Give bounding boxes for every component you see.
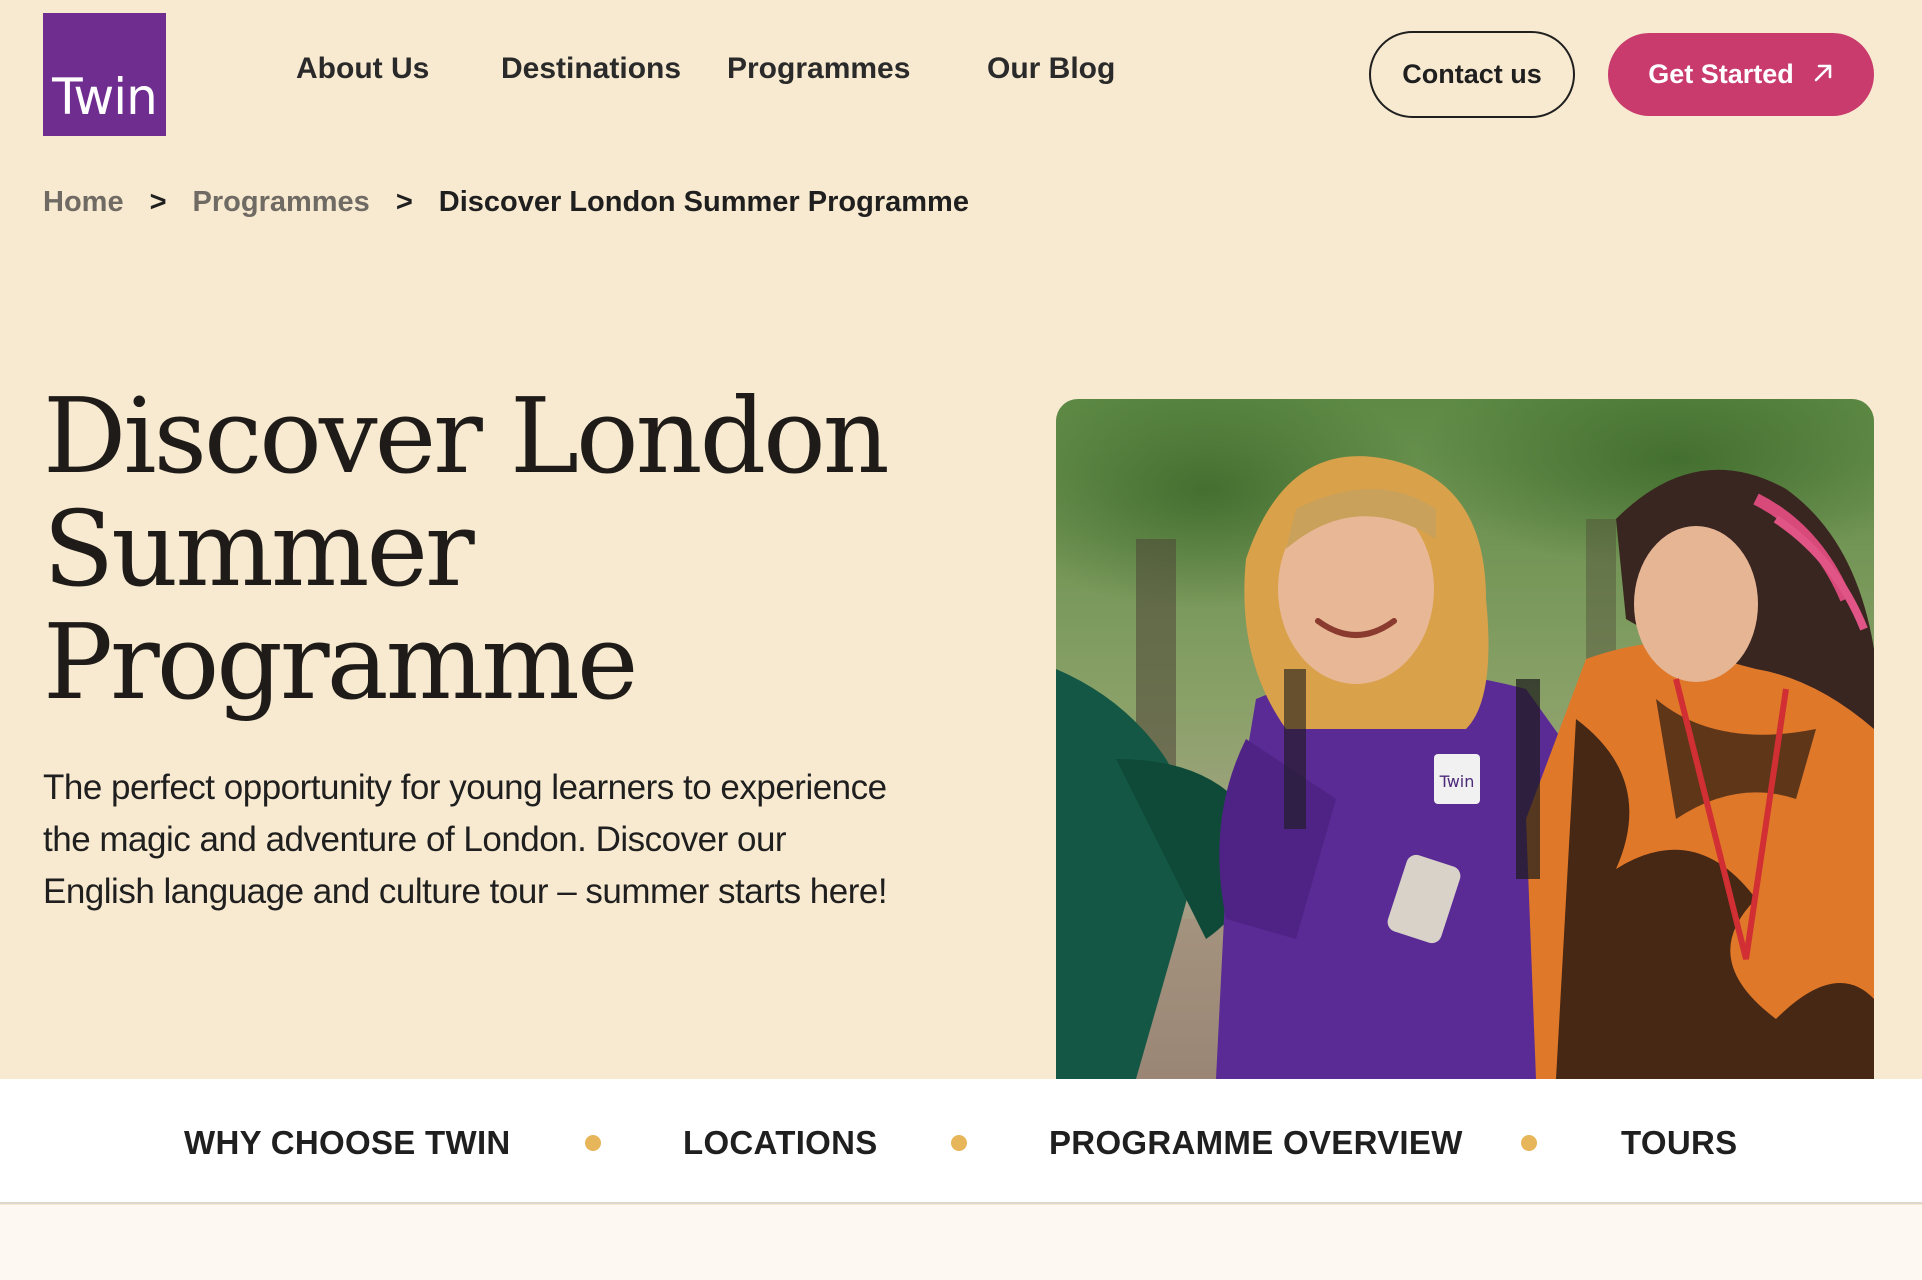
nav-about-us[interactable]: About Us	[296, 52, 429, 86]
arrow-up-right-icon	[1812, 62, 1834, 88]
breadcrumb-home[interactable]: Home	[43, 186, 124, 219]
contact-us-label: Contact us	[1402, 59, 1542, 89]
get-started-button[interactable]: Get Started	[1608, 33, 1874, 116]
page-title: Discover London Summer Programme	[43, 380, 943, 719]
title-line: Programme	[43, 601, 638, 723]
nav-destinations[interactable]: Destinations	[501, 52, 681, 86]
section-link-locations[interactable]: LOCATIONS	[683, 1124, 878, 1162]
section-link-programme-overview[interactable]: PROGRAMME OVERVIEW	[1049, 1124, 1463, 1162]
nav-our-blog[interactable]: Our Blog	[987, 52, 1115, 86]
description-line: The perfect opportunity for young learne…	[43, 768, 887, 807]
nav-programmes[interactable]: Programmes	[727, 52, 910, 86]
students-photo-illustration: Twin	[1056, 399, 1874, 1079]
title-line: Summer	[43, 488, 475, 610]
breadcrumb-separator: >	[395, 186, 413, 218]
separator-dot	[585, 1135, 601, 1151]
section-nav: WHY CHOOSE TWIN LOCATIONS PROGRAMME OVER…	[0, 1079, 1922, 1204]
hero-photo: Twin	[1056, 399, 1874, 1079]
breadcrumb-current: Discover London Summer Programme	[438, 186, 969, 218]
description-line: English language and culture tour – summ…	[43, 872, 888, 911]
twin-logo[interactable]: Twin	[43, 13, 166, 136]
get-started-label: Get Started	[1648, 59, 1794, 89]
page-content-start	[0, 1205, 1922, 1280]
sweatshirt-badge-text: Twin	[1439, 772, 1475, 791]
description-line: the magic and adventure of London. Disco…	[43, 820, 787, 859]
separator-dot	[1521, 1135, 1537, 1151]
section-link-why-choose-twin[interactable]: WHY CHOOSE TWIN	[184, 1124, 511, 1162]
breadcrumb: Home > Programmes > Discover London Summ…	[43, 186, 969, 219]
site-header: Twin About Us Destinations Programmes Ou…	[0, 0, 1922, 150]
hero-description: The perfect opportunity for young learne…	[43, 762, 943, 918]
contact-us-button[interactable]: Contact us	[1369, 31, 1575, 118]
separator-dot	[951, 1135, 967, 1151]
breadcrumb-separator: >	[149, 186, 167, 218]
title-line: Discover London	[43, 375, 890, 497]
breadcrumb-programmes[interactable]: Programmes	[193, 186, 370, 219]
logo-text: Twin	[52, 68, 158, 126]
section-link-tours[interactable]: TOURS	[1621, 1124, 1737, 1162]
